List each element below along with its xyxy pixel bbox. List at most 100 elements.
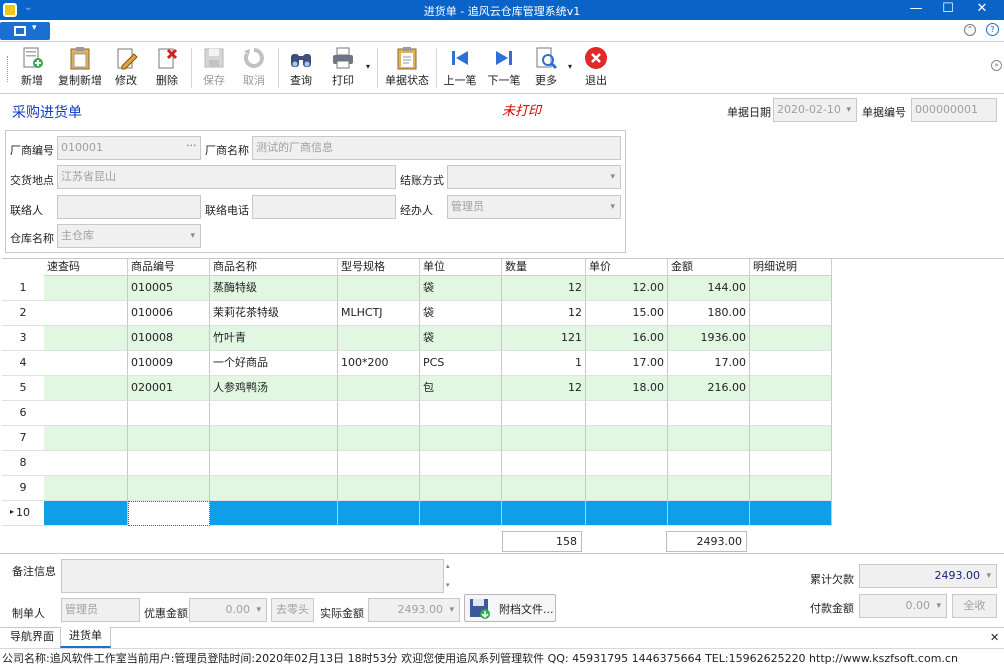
row-number[interactable]: 7: [2, 426, 44, 451]
cell-product-name[interactable]: 茉莉花茶特级: [210, 301, 338, 326]
cell-price[interactable]: 12.00: [586, 276, 668, 301]
cell-qty[interactable]: [502, 451, 586, 476]
cell-qty[interactable]: [502, 426, 586, 451]
cell-qty[interactable]: 12: [502, 376, 586, 401]
minimize-button[interactable]: —: [900, 0, 932, 20]
cell-spec[interactable]: [338, 401, 420, 426]
contact-field[interactable]: [57, 195, 201, 219]
cell-price[interactable]: [586, 426, 668, 451]
cell-product-name[interactable]: [210, 501, 338, 526]
cell-qty[interactable]: 1: [502, 351, 586, 376]
row-number[interactable]: 8: [2, 451, 44, 476]
delivery-field[interactable]: 江苏省昆山: [57, 165, 396, 189]
settle-select[interactable]: [447, 165, 621, 189]
cell-qty[interactable]: 12: [502, 276, 586, 301]
cell-sku[interactable]: 020001: [128, 376, 210, 401]
cell-price[interactable]: [586, 401, 668, 426]
owed-field[interactable]: 2493.00: [859, 564, 997, 588]
handler-select[interactable]: 管理员: [447, 195, 621, 219]
remark-field[interactable]: [61, 559, 444, 593]
row-number[interactable]: 1: [2, 276, 44, 301]
cell-unit[interactable]: [420, 401, 502, 426]
cell-price[interactable]: [586, 476, 668, 501]
tab-purchase-order[interactable]: 进货单: [60, 627, 111, 648]
cell-amount[interactable]: 144.00: [668, 276, 750, 301]
cell-spec[interactable]: [338, 326, 420, 351]
column-header-amount[interactable]: 金额: [668, 259, 750, 276]
collapse-ribbon-icon[interactable]: ⌃: [964, 24, 976, 36]
cell-note[interactable]: [750, 376, 832, 401]
cell-price[interactable]: [586, 451, 668, 476]
cancel-button[interactable]: 取消: [234, 46, 274, 92]
cell-sku[interactable]: 010006: [128, 301, 210, 326]
cell-amount[interactable]: [668, 476, 750, 501]
cell-spec[interactable]: [338, 376, 420, 401]
toolbar-options-icon[interactable]: »: [991, 60, 1002, 71]
cell-product-name[interactable]: 人参鸡鸭汤: [210, 376, 338, 401]
cell-unit[interactable]: [420, 426, 502, 451]
cell-sku[interactable]: [128, 401, 210, 426]
cell-unit[interactable]: PCS: [420, 351, 502, 376]
row-number[interactable]: 10: [2, 501, 44, 526]
row-number[interactable]: 4: [2, 351, 44, 376]
close-window-button[interactable]: ✕: [966, 0, 998, 20]
cell-amount[interactable]: 1936.00: [668, 326, 750, 351]
cell-sku[interactable]: 010009: [128, 351, 210, 376]
maker-field[interactable]: 管理员: [61, 598, 140, 622]
payment-field[interactable]: 0.00: [859, 594, 947, 618]
cell-quick-code[interactable]: [44, 326, 128, 351]
maximize-button[interactable]: ☐: [932, 0, 964, 20]
cell-quick-code[interactable]: [44, 301, 128, 326]
cell-amount[interactable]: 17.00: [668, 351, 750, 376]
cell-sku[interactable]: [128, 426, 210, 451]
remark-scroll-up-icon[interactable]: ▴: [446, 562, 450, 570]
row-number[interactable]: 5: [2, 376, 44, 401]
cell-spec[interactable]: [338, 276, 420, 301]
cell-spec[interactable]: [338, 451, 420, 476]
cell-amount[interactable]: 180.00: [668, 301, 750, 326]
cell-sku[interactable]: [128, 501, 210, 526]
column-header-price[interactable]: 单价: [586, 259, 668, 276]
cell-note[interactable]: [750, 301, 832, 326]
cell-note[interactable]: [750, 476, 832, 501]
cell-quick-code[interactable]: [44, 476, 128, 501]
close-tab-icon[interactable]: ✕: [990, 631, 999, 644]
vendor-code-browse-button[interactable]: ···: [186, 139, 197, 152]
cell-note[interactable]: [750, 276, 832, 301]
cell-note[interactable]: [750, 501, 832, 526]
row-number[interactable]: 9: [2, 476, 44, 501]
cell-qty[interactable]: 121: [502, 326, 586, 351]
cell-note[interactable]: [750, 426, 832, 451]
column-header-note[interactable]: 明细说明: [750, 259, 832, 276]
cell-unit[interactable]: 袋: [420, 326, 502, 351]
cell-spec[interactable]: [338, 426, 420, 451]
cell-sku[interactable]: [128, 451, 210, 476]
receive-all-button[interactable]: 全收: [952, 594, 997, 618]
cell-quick-code[interactable]: [44, 401, 128, 426]
cell-sku[interactable]: 010005: [128, 276, 210, 301]
cell-quick-code[interactable]: [44, 501, 128, 526]
discount-field[interactable]: 0.00: [189, 598, 267, 622]
cell-note[interactable]: [750, 351, 832, 376]
cell-product-name[interactable]: [210, 426, 338, 451]
column-header-product-name[interactable]: 商品名称: [210, 259, 338, 276]
cell-sku[interactable]: 010008: [128, 326, 210, 351]
app-menu-button[interactable]: ▾: [0, 22, 50, 40]
remark-scroll-down-icon[interactable]: ▾: [446, 581, 450, 589]
doc-date-field[interactable]: 2020-02-10: [773, 98, 857, 122]
cell-qty[interactable]: [502, 501, 586, 526]
cell-unit[interactable]: 包: [420, 376, 502, 401]
column-header-sku[interactable]: 商品编号: [128, 259, 210, 276]
cell-product-name[interactable]: 蒸酶特级: [210, 276, 338, 301]
cell-price[interactable]: 17.00: [586, 351, 668, 376]
more-button[interactable]: 更多: [526, 46, 566, 92]
cell-amount[interactable]: [668, 501, 750, 526]
attach-file-button[interactable]: 附档文件...: [464, 594, 556, 622]
cell-price[interactable]: [586, 501, 668, 526]
vendor-code-field[interactable]: 010001: [57, 136, 201, 160]
doc-no-field[interactable]: 000000001: [911, 98, 997, 122]
exit-button[interactable]: 退出: [576, 46, 616, 92]
cell-amount[interactable]: 216.00: [668, 376, 750, 401]
cell-unit[interactable]: 袋: [420, 276, 502, 301]
cell-quick-code[interactable]: [44, 376, 128, 401]
